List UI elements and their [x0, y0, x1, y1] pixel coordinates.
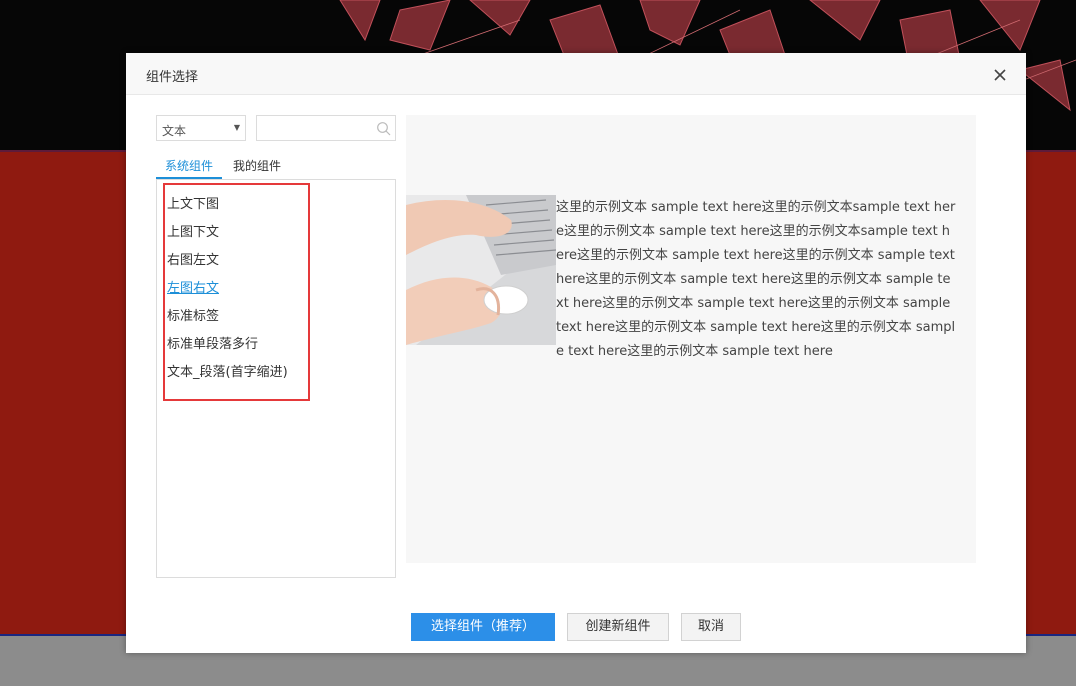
list-item[interactable]: 标准标签: [167, 305, 219, 324]
preview-text: 这里的示例文本 sample text here这里的示例文本sample te…: [556, 200, 956, 359]
component-preview: 这里的示例文本 sample text here这里的示例文本sample te…: [406, 115, 976, 563]
list-item[interactable]: 文本_段落(首字缩进): [167, 361, 288, 380]
search-icon[interactable]: [376, 121, 391, 136]
list-item[interactable]: 上图下文: [167, 221, 219, 240]
list-item[interactable]: 上文下图: [167, 193, 219, 212]
search-input[interactable]: [261, 119, 375, 139]
search-box: [256, 115, 396, 141]
component-select-dialog: 组件选择 文本 ▼ 系统组件 我的组件 上文下图 上图下文 右图左文 左图右文 …: [126, 53, 1026, 653]
caret-down-icon: ▼: [233, 123, 240, 132]
list-item-active[interactable]: 左图右文: [167, 277, 219, 296]
cancel-button[interactable]: 取消: [681, 613, 741, 641]
tab-system-components[interactable]: 系统组件: [156, 157, 222, 179]
component-list: 上文下图 上图下文 右图左文 左图右文 标准标签 标准单段落多行 文本_段落(首…: [156, 179, 396, 578]
dialog-header: 组件选择: [126, 53, 1026, 95]
close-icon[interactable]: [990, 65, 1010, 85]
list-item[interactable]: 右图左文: [167, 249, 219, 268]
type-select[interactable]: 文本 ▼: [156, 115, 246, 141]
type-select-value: 文本: [162, 124, 187, 138]
create-component-button[interactable]: 创建新组件: [567, 613, 669, 641]
laptop-hand-photo: [406, 195, 556, 345]
select-component-button[interactable]: 选择组件（推荐）: [411, 613, 555, 641]
dialog-title: 组件选择: [146, 70, 199, 85]
list-item[interactable]: 标准单段落多行: [167, 333, 258, 352]
tab-my-components[interactable]: 我的组件: [233, 157, 281, 179]
